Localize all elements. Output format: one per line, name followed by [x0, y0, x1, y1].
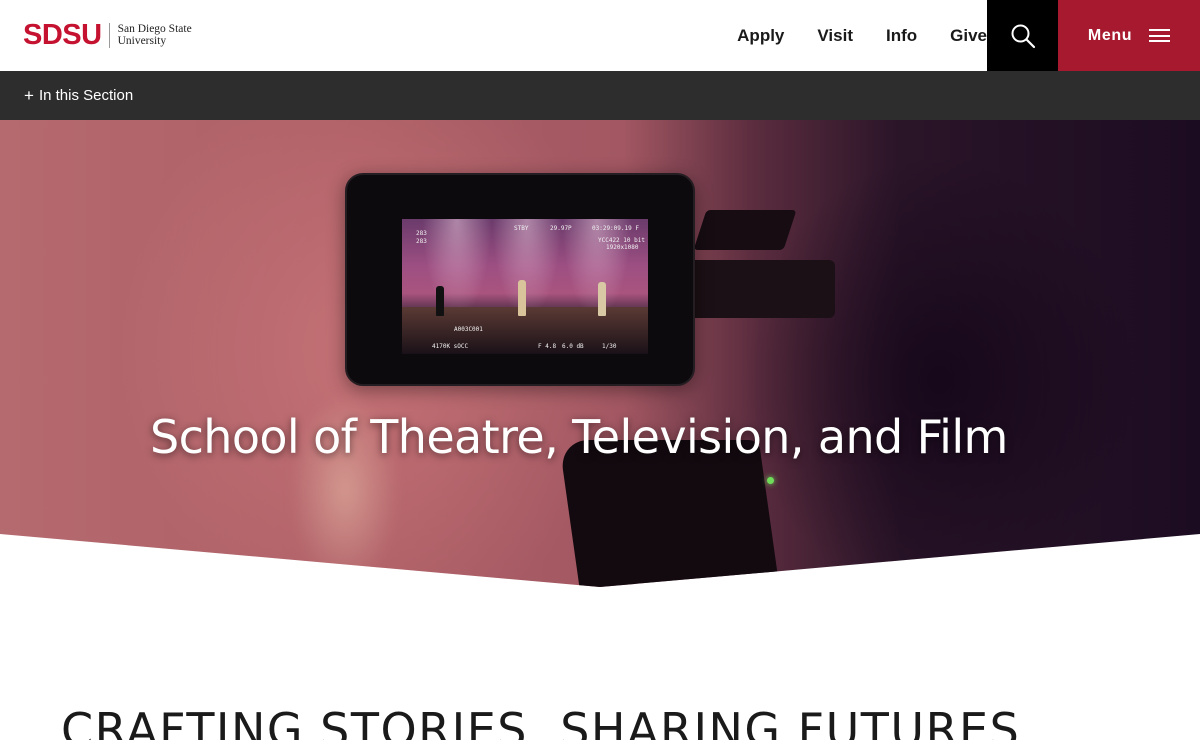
osd-fps: 29.97P	[550, 225, 572, 232]
stage-actor	[436, 286, 444, 316]
nav-apply-link[interactable]: Apply	[737, 26, 784, 46]
osd-value: 283	[416, 230, 427, 237]
osd-iris: F 4.8	[538, 343, 557, 350]
sdsu-logo[interactable]: SDSU San Diego State University	[23, 18, 192, 52]
search-button[interactable]	[987, 0, 1058, 71]
section-toggle-label: In this Section	[38, 87, 134, 104]
primary-nav: Apply Visit Info Give	[704, 0, 987, 71]
site-header: SDSU San Diego State University Apply Vi…	[0, 0, 1200, 71]
stage-actor	[598, 282, 606, 316]
logo-line-1: San Diego State	[117, 23, 192, 35]
logo-line-2: University	[117, 35, 167, 47]
osd-timecode: 03:29:09.19 F	[592, 225, 639, 232]
menu-label: Menu	[1087, 26, 1133, 44]
stage-spotlight	[492, 219, 562, 319]
osd-gain: 6.0 dB	[562, 343, 584, 350]
camera-monitor-screen: 283 283 STBY 29.97P 03:29:09.19 F YCC422…	[402, 219, 648, 354]
osd-format: YCC422 10 bit	[598, 237, 645, 244]
search-icon	[1011, 24, 1035, 48]
osd-value: 283	[416, 238, 427, 245]
camera-status-light	[767, 477, 774, 484]
plus-icon: +	[24, 86, 34, 105]
menu-button[interactable]: Menu	[1058, 0, 1200, 71]
camera-monitor-mount	[685, 260, 835, 318]
camera-handle	[693, 210, 797, 250]
logo-divider	[108, 22, 110, 48]
stage-spotlight	[422, 219, 492, 319]
hero-banner: 283 283 STBY 29.97P 03:29:09.19 F YCC422…	[0, 120, 1200, 587]
stage-actor	[518, 280, 526, 316]
logo-wordmark: San Diego State University	[118, 23, 192, 47]
section-heading: CRAFTING STORIES, SHARING FUTURES	[61, 703, 1021, 740]
osd-clip: A003C001	[454, 326, 483, 333]
logo-mark: SDSU	[23, 18, 102, 51]
nav-give-link[interactable]: Give	[950, 26, 987, 46]
hero-shadow	[700, 120, 1200, 587]
nav-info-link[interactable]: Info	[886, 26, 917, 46]
page-title: School of Theatre, Television, and Film	[150, 410, 1008, 464]
osd-white-balance: 4170K sOCC	[432, 343, 469, 350]
osd-resolution: 1920x1080	[606, 244, 639, 251]
nav-visit-link[interactable]: Visit	[817, 26, 853, 46]
stage-spotlight	[562, 219, 632, 319]
camera-monitor: 283 283 STBY 29.97P 03:29:09.19 F YCC422…	[345, 173, 695, 386]
osd-stby: STBY	[514, 225, 529, 232]
osd-shutter: 1/30	[602, 343, 617, 350]
hamburger-icon	[1149, 29, 1171, 42]
in-this-section-toggle[interactable]: + In this Section	[0, 71, 1200, 120]
